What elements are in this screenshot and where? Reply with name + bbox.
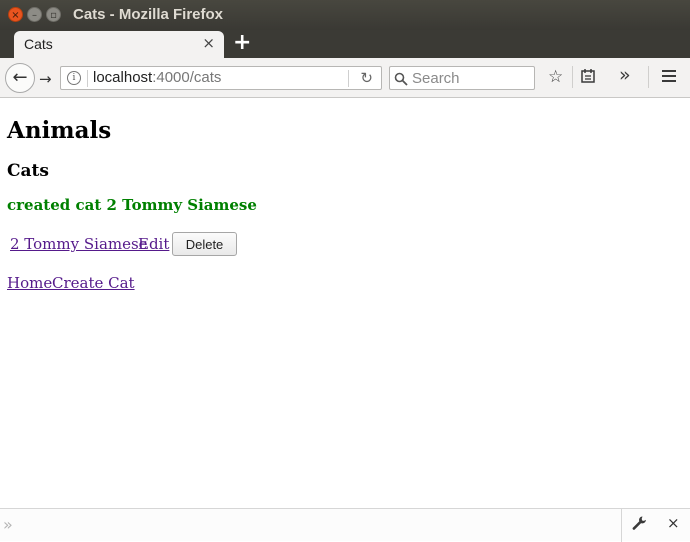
search-bar[interactable] xyxy=(389,66,535,90)
page-content: Animals Cats created cat 2 Tommy Siamese… xyxy=(7,99,683,507)
tab-strip: Cats × + xyxy=(0,30,690,58)
wrench-icon[interactable] xyxy=(631,515,647,535)
developer-toolbar: » × xyxy=(0,508,690,542)
reload-divider xyxy=(348,70,349,87)
close-icon[interactable]: × xyxy=(667,514,680,532)
toolbar-separator xyxy=(648,66,649,88)
url-path: :4000/cats xyxy=(152,69,222,86)
bookmark-star-icon[interactable]: ☆ xyxy=(548,67,563,87)
window-maximize-button[interactable]: ▫ xyxy=(46,7,61,22)
search-icon xyxy=(394,71,408,90)
url-host: localhost xyxy=(93,69,153,86)
tab-title: Cats xyxy=(24,36,53,52)
window-titlebar: × – ▫ Cats - Mozilla Firefox xyxy=(0,0,690,30)
url-divider xyxy=(87,70,88,87)
window-close-button[interactable]: × xyxy=(8,7,23,22)
tab-cats[interactable]: Cats × xyxy=(14,31,224,58)
forward-arrow-icon[interactable]: → xyxy=(39,70,52,88)
section-heading: Cats xyxy=(7,161,49,181)
page-heading: Animals xyxy=(7,117,112,144)
cat-link[interactable]: 2 Tommy Siamese xyxy=(10,235,148,253)
create-cat-link[interactable]: Create Cat xyxy=(52,274,135,292)
overflow-chevron-icon[interactable]: » xyxy=(619,65,631,85)
home-link[interactable]: Home xyxy=(7,274,52,292)
window-title: Cats - Mozilla Firefox xyxy=(73,6,224,23)
back-arrow-icon[interactable]: ← xyxy=(5,63,35,93)
url-bar[interactable]: i localhost:4000/cats ↻ xyxy=(60,66,382,90)
reading-list-icon[interactable] xyxy=(580,68,596,89)
tab-close-icon[interactable]: × xyxy=(202,34,215,52)
new-tab-button[interactable]: + xyxy=(233,32,251,54)
toolbar-separator xyxy=(572,66,573,88)
url-text[interactable]: localhost:4000/cats xyxy=(93,69,221,86)
delete-button[interactable]: Delete xyxy=(172,232,237,256)
window-minimize-button[interactable]: – xyxy=(27,7,42,22)
info-icon[interactable]: i xyxy=(67,71,81,85)
flash-message: created cat 2 Tommy Siamese xyxy=(7,196,257,214)
hamburger-menu-icon[interactable] xyxy=(661,68,677,89)
command-prompt-chevron-icon: » xyxy=(3,515,13,534)
devbar-separator xyxy=(621,509,622,542)
reload-icon[interactable]: ↻ xyxy=(360,69,373,87)
navigation-toolbar: ← → i localhost:4000/cats ↻ ☆ » xyxy=(0,58,690,98)
back-forward-group: ← → xyxy=(5,63,61,93)
search-input[interactable] xyxy=(412,69,530,87)
edit-link[interactable]: Edit xyxy=(138,235,169,253)
